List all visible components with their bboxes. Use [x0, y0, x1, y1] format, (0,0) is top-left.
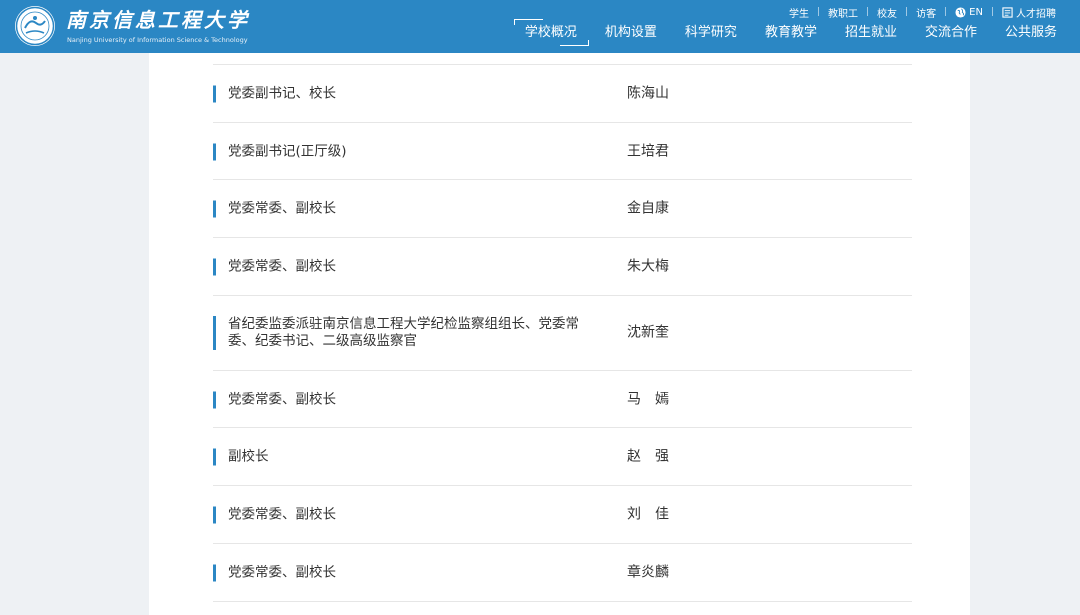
leader-position: 党委副书记(正厅级)	[213, 143, 593, 160]
leader-position: 副校长	[213, 448, 593, 465]
university-emblem-icon[interactable]	[15, 6, 55, 46]
leader-row: 党委常委、副校长 章炎麟	[213, 543, 912, 602]
link-alumni[interactable]: 校友	[877, 5, 897, 20]
leader-position: 省纪委监委派驻南京信息工程大学纪检监察组组长、党委常委、纪委书记、二级高级监察官	[213, 316, 593, 350]
separator: |	[816, 7, 820, 17]
leader-position: 党委常委、副校长	[213, 258, 593, 275]
nav-departments[interactable]: 机构设置	[605, 21, 657, 45]
link-students[interactable]: 学生	[789, 5, 809, 20]
nav-research[interactable]: 科学研究	[685, 21, 737, 45]
leader-name: 章炎麟	[627, 564, 669, 580]
leader-position: 党委常委、副校长	[213, 506, 593, 523]
separator: |	[905, 7, 909, 17]
link-visitors[interactable]: 访客	[916, 5, 936, 20]
leader-row: 党委常委、副校长 朱大梅	[213, 237, 912, 295]
content-panel: 党委副书记、校长 陈海山 党委副书记(正厅级) 王培君 党委常委、副校长 金自康…	[149, 53, 970, 615]
leader-row: 副校长 赵 强	[213, 427, 912, 485]
main-navigation: 学校概况 机构设置 科学研究 教育教学 招生就业 交流合作 公共服务	[513, 19, 1057, 46]
leader-row: 省纪委监委派驻南京信息工程大学纪检监察组组长、党委常委、纪委书记、二级高级监察官…	[213, 295, 912, 370]
leader-row: 党委副书记(正厅级) 王培君	[213, 122, 912, 180]
site-header: 南京信息工程大学 Nanjing University of Informati…	[0, 0, 1080, 53]
link-staff[interactable]: 教职工	[828, 5, 858, 20]
nav-exchange[interactable]: 交流合作	[925, 21, 977, 45]
top-utility-links: 学生 | 教职工 | 校友 | 访客 | EN | 人才招聘	[789, 5, 1056, 20]
separator: |	[990, 7, 994, 17]
university-name-en: Nanjing University of Information Scienc…	[67, 36, 248, 44]
university-name-cn[interactable]: 南京信息工程大学	[66, 8, 250, 32]
leader-row: 党委副书记、校长 陈海山	[213, 64, 912, 122]
leader-name: 金自康	[627, 200, 669, 216]
separator: |	[944, 7, 948, 17]
nav-education[interactable]: 教育教学	[765, 21, 817, 45]
globe-icon	[955, 6, 966, 18]
leader-row: 党委常委、副校长 刘 佳	[213, 485, 912, 543]
link-recruitment[interactable]: 人才招聘	[1002, 5, 1056, 20]
leader-row: 党委常委、副校长 马 嫣	[213, 370, 912, 428]
separator: |	[866, 7, 870, 17]
nav-services[interactable]: 公共服务	[1005, 21, 1057, 45]
link-english-label: EN	[969, 6, 983, 18]
leader-name: 刘 佳	[627, 506, 669, 522]
leader-row: 党委常委、副校长 金自康	[213, 179, 912, 237]
leader-name: 赵 强	[627, 448, 669, 464]
leader-name: 马 嫣	[627, 391, 669, 407]
document-icon	[1002, 6, 1013, 18]
nav-admissions[interactable]: 招生就业	[845, 21, 897, 45]
leader-name: 朱大梅	[627, 258, 669, 274]
leader-position: 党委常委、副校长	[213, 391, 593, 408]
leader-name: 陈海山	[627, 85, 669, 101]
link-recruitment-label: 人才招聘	[1016, 8, 1056, 20]
leader-position: 党委常委、副校长	[213, 564, 593, 581]
link-english[interactable]: EN	[955, 7, 983, 18]
leader-name: 王培君	[627, 143, 669, 159]
leader-position: 党委常委、副校长	[213, 200, 593, 217]
nav-about[interactable]: 学校概况	[513, 19, 589, 46]
leader-name: 沈新奎	[627, 324, 669, 341]
leader-position: 党委副书记、校长	[213, 85, 593, 102]
